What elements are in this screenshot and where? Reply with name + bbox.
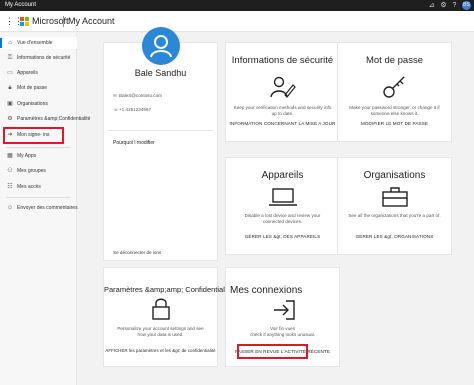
privacy-lock-icon: [152, 298, 170, 320]
organizations-title: Organisations: [363, 170, 426, 181]
microsoft-logo: [20, 17, 29, 26]
window-title: My Account: [5, 2, 37, 8]
app-title: My Account: [68, 16, 115, 26]
profile-phone-row: ☏+1 4251234567: [113, 107, 151, 113]
sidebar-item-label: Vue d'ensemble: [17, 40, 53, 46]
briefcase-icon: [382, 187, 408, 207]
network-icon[interactable]: ⊿: [427, 1, 436, 10]
suite-bar: My Account ⊿ ⚙ ? BS: [0, 0, 474, 11]
sidebar-item-label: Envoyer des commentaires: [17, 205, 78, 211]
laptop-icon: [269, 188, 297, 206]
sidebar-item-label: Mot de passe: [17, 85, 48, 91]
my-sign-ins-desc-2: check if anything looks unusual.: [250, 332, 315, 337]
apps-icon: ▦: [7, 153, 13, 159]
manage-devices-link[interactable]: GÉRER LES &gt; DES APPAREILS: [226, 234, 339, 240]
sidebar-item-label: Informations de sécurité: [17, 55, 71, 61]
devices-card: Appareils Disable a lost device and revi…: [226, 158, 339, 254]
sidebar-item-devices[interactable]: ▭ Appareils: [0, 67, 77, 79]
settings-privacy-card: Paramètres &amp;amp; Confidentialité Per…: [104, 268, 233, 366]
sidebar-divider: [6, 147, 70, 148]
app-launcher-icon[interactable]: ⋮⋮: [5, 16, 23, 26]
security-info-card: Informations de sécurité Keep your verif…: [226, 43, 339, 141]
sidebar-item-label: Mes groupes: [17, 168, 46, 174]
feedback-icon: ☺: [7, 205, 14, 211]
sidebar-item-label: Mes accès: [17, 184, 41, 190]
devices-title: Appareils: [261, 170, 304, 181]
organizations-desc: See all the organizations that you're a …: [348, 213, 441, 218]
security-info-icon: [270, 76, 296, 98]
change-password-link[interactable]: MODIFIER LE MOT DE PASSE: [338, 121, 451, 127]
devices-desc: Disable a lost device and review your co…: [244, 213, 321, 224]
security-info-desc: Keep your verification methods and secur…: [233, 105, 332, 116]
sidebar-item-my-apps[interactable]: ▦ My Apps: [0, 150, 77, 162]
sidebar-item-settings-privacy[interactable]: ⚙ Paramètres &amp;Confidentialité: [0, 113, 90, 125]
signout-link[interactable]: Se déconnecter de ions: [113, 250, 161, 255]
profile-name: Bale Sandhu: [134, 68, 187, 78]
home-icon: ⌂: [8, 40, 12, 46]
sidebar-item-my-access[interactable]: ☷ Mes accès: [0, 181, 77, 193]
security-info-title: Informations de sécurité: [231, 55, 334, 66]
signin-arrow-icon: [274, 300, 295, 320]
organizations-card: Organisations See all the organizations …: [338, 158, 451, 254]
manage-organizations-link[interactable]: GÉRER LES &gt; ORGANISATIONS: [338, 234, 451, 240]
header-divider: [63, 16, 64, 27]
app-header: ⋮⋮ Microsoft My Account: [0, 11, 474, 32]
highlight-box-review-activity: [237, 344, 308, 359]
sidebar-divider: [6, 197, 70, 198]
password-key-icon: [383, 76, 405, 98]
profile-email-row: ✉ BaleS@contoso.com: [113, 93, 162, 99]
access-icon: ☷: [7, 184, 13, 190]
view-settings-link[interactable]: AFFICHER les paramètres et les &gt; de c…: [104, 348, 217, 354]
help-icon[interactable]: ?: [450, 1, 459, 10]
sidebar-item-label: Paramètres &amp;Confidentialité: [17, 116, 91, 122]
sidebar-item-label: My Apps: [17, 153, 37, 159]
user-avatar-small[interactable]: BS: [462, 1, 471, 10]
profile-avatar: [142, 27, 180, 65]
key-icon: ⚿: [7, 55, 13, 61]
why-modify-link[interactable]: Pourquoi l modifier: [113, 140, 155, 146]
settings-privacy-desc: Personalize your account settings and se…: [117, 326, 204, 337]
settings-icon[interactable]: ⚙: [439, 1, 448, 10]
password-title: Mot de passe: [365, 55, 424, 66]
update-info-link[interactable]: INFORMATION CONCERNANT LA MISE A JOUR: [226, 121, 339, 127]
sidebar-item-label: Appareils: [17, 70, 38, 76]
briefcase-icon: ▣: [7, 101, 13, 107]
user-icon: [150, 35, 172, 58]
sidebar-item-overview[interactable]: ⌂ Vue d'ensemble: [0, 37, 77, 49]
profile-divider: [108, 130, 213, 131]
sidebar-item-organizations[interactable]: ▣ Organisations: [0, 98, 77, 110]
sidebar-item-security-info[interactable]: ⚿ Informations de sécurité: [0, 52, 77, 64]
sidebar-item-label: Organisations: [17, 101, 48, 107]
password-desc: Make your password stronger, or change i…: [349, 105, 440, 116]
password-card: Mot de passe Make your password stronger…: [338, 43, 451, 141]
sidebar-item-feedback[interactable]: ☺ Envoyer des commentaires: [0, 202, 78, 214]
sidebar-item-my-groups[interactable]: ⚇ Mes groupes: [0, 165, 77, 177]
groups-icon: ⚇: [7, 168, 13, 174]
highlight-box-sign-ins: [3, 127, 64, 144]
sidebar-item-password[interactable]: 🔒︎ Mot de passe: [0, 82, 77, 94]
gear-icon: ⚙: [7, 116, 13, 122]
lock-icon: 🔒︎: [8, 85, 12, 91]
profile-email: BaleS@contoso.com: [119, 93, 162, 98]
settings-privacy-title: Paramètres &amp;amp; Confidentialité: [104, 285, 233, 294]
laptop-icon: ▭: [7, 70, 13, 76]
profile-phone: +1 4251234567: [119, 107, 152, 112]
my-sign-ins-title: Mes connexions: [230, 285, 303, 296]
